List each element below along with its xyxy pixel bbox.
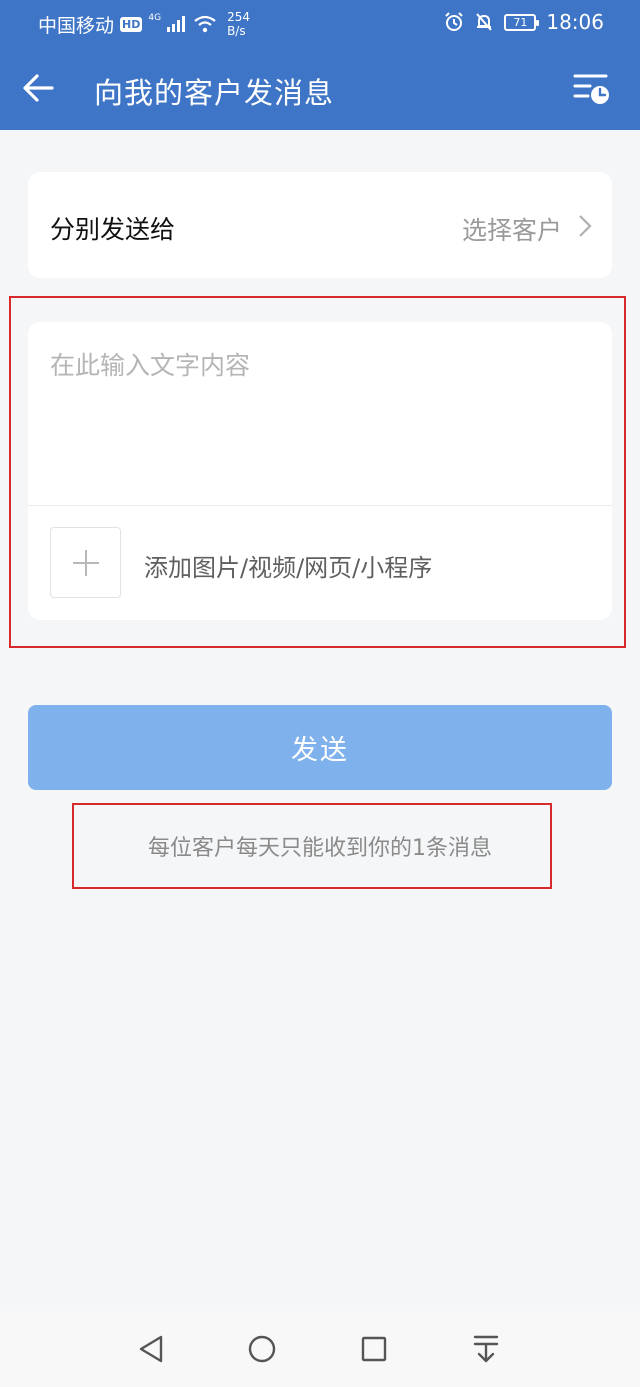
divider [28, 505, 612, 506]
compose-card: 添加图片/视频/网页/小程序 [28, 322, 612, 620]
status-bar: 中国移动 HD 4G 254 B/s 71 18:06 [0, 0, 640, 46]
network-speed-value: 254 [227, 10, 250, 24]
circle-home-icon [248, 1335, 276, 1363]
network-speed: 254 B/s [227, 10, 250, 38]
scheduled-history-button[interactable] [572, 68, 612, 108]
add-attachment-label[interactable]: 添加图片/视频/网页/小程序 [144, 548, 432, 583]
nav-recents-button[interactable] [354, 1329, 394, 1369]
carrier-name: 中国移动 [38, 14, 115, 37]
nav-back-button[interactable] [131, 1329, 171, 1369]
wifi-icon [194, 15, 216, 33]
triangle-back-icon [139, 1335, 163, 1363]
square-recents-icon [361, 1336, 387, 1362]
app-header: 中国移动 HD 4G 254 B/s 71 18:06 向我的客户发消息 [0, 0, 640, 130]
status-bar-right: 71 18:06 [444, 10, 604, 34]
alarm-icon [445, 12, 464, 31]
arrow-left-icon [23, 74, 54, 102]
pull-down-icon [473, 1335, 499, 1363]
status-bar-left: 中国移动 HD 4G 254 B/s [38, 10, 250, 38]
network-type: 4G [148, 13, 162, 23]
mute-bell-icon [476, 13, 493, 31]
system-navigation-bar [0, 1311, 640, 1387]
chevron-right-icon [579, 215, 592, 237]
back-button[interactable] [18, 68, 58, 108]
daily-limit-notice: 每位客户每天只能收到你的1条消息 [148, 836, 492, 861]
add-attachment-button[interactable] [50, 527, 121, 598]
title-bar: 向我的客户发消息 [0, 46, 640, 130]
clock: 18:06 [546, 10, 604, 34]
nav-home-button[interactable] [242, 1329, 282, 1369]
nav-notifications-button[interactable] [466, 1329, 506, 1369]
select-customer-text: 选择客户 [461, 216, 562, 245]
recipient-selector[interactable]: 分别发送给 选择客户 [28, 172, 612, 278]
signal-icon [167, 16, 186, 32]
network-speed-unit: B/s [227, 24, 246, 38]
hd-badge: HD [120, 16, 143, 32]
page-title: 向我的客户发消息 [94, 76, 335, 110]
send-button[interactable]: 发送 [28, 705, 612, 790]
plus-icon [72, 549, 99, 576]
battery-indicator: 71 [504, 13, 540, 31]
list-clock-icon [573, 74, 609, 104]
recipient-label: 分别发送给 [50, 215, 176, 244]
message-input[interactable] [28, 322, 612, 505]
